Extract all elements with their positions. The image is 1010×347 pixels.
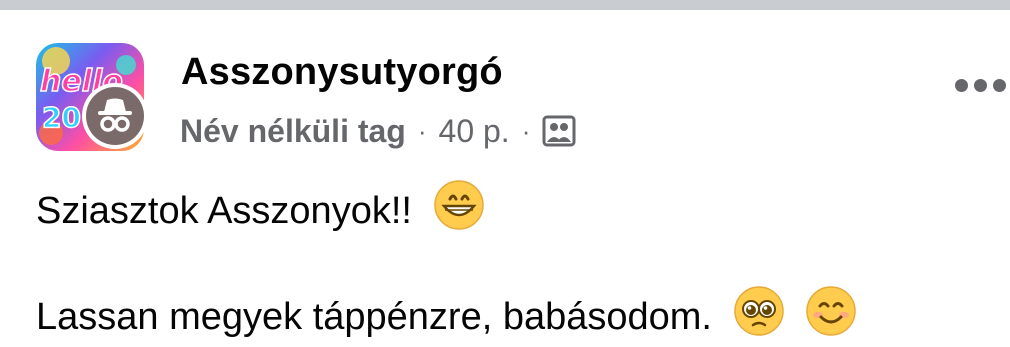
anonymous-badge: [82, 83, 148, 149]
feed-divider: [0, 0, 1010, 10]
group-members-icon[interactable]: [542, 114, 576, 148]
anonymous-spy-icon: [86, 87, 144, 145]
pleading-face-icon: [733, 285, 785, 347]
author-name[interactable]: Név nélküli tag: [180, 113, 406, 150]
post-meta: Név nélküli tag · 40 p. ·: [180, 111, 576, 151]
post-text-greeting: Sziasztok Asszonyok!!: [36, 190, 412, 232]
post-text-body: Lassan megyek táppénzre, babásodom.: [36, 296, 712, 338]
smiling-face-icon: [805, 285, 857, 347]
meta-separator: ·: [417, 115, 427, 146]
post-text-line-2: Lassan megyek táppénzre, babásodom.: [36, 285, 857, 347]
group-name-link[interactable]: Asszonysutyorgó: [181, 51, 503, 94]
svg-text:20: 20: [42, 101, 81, 134]
post-card: hello 20 Asszonysutyorgó Név nélküli tag…: [0, 10, 1010, 338]
post-text-line-1: Sziasztok Asszonyok!!: [36, 179, 485, 241]
post-avatar[interactable]: hello 20: [36, 43, 148, 153]
post-time[interactable]: 40 p.: [439, 113, 510, 150]
grinning-face-icon: [433, 179, 485, 241]
meta-separator-2: ·: [521, 115, 531, 146]
more-options-icon[interactable]: [955, 70, 1010, 100]
